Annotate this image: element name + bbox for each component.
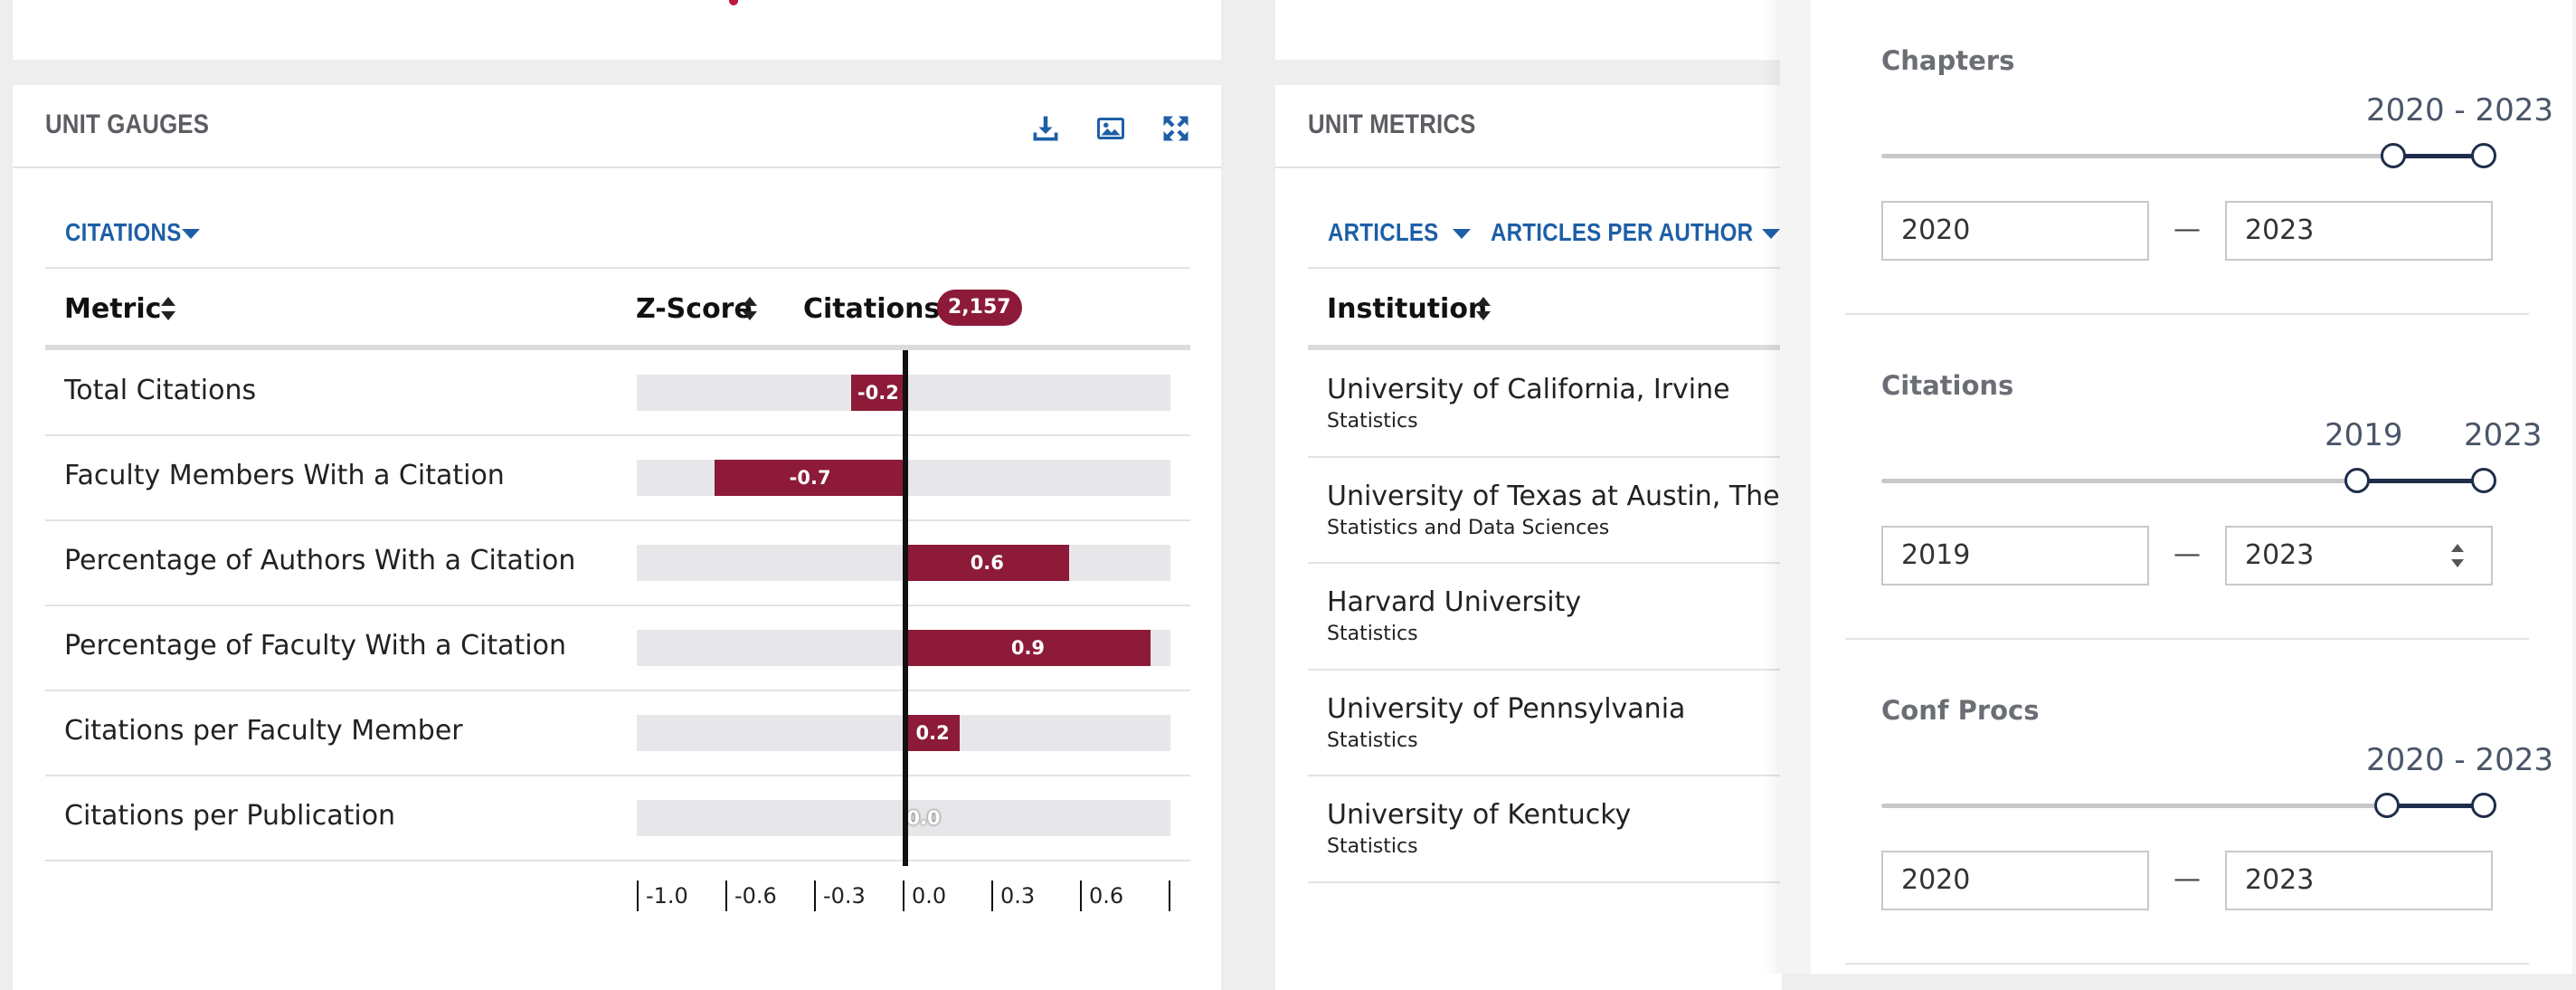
slider-handle-from[interactable] (2381, 143, 2407, 168)
institution-department: Statistics (1327, 728, 1418, 752)
slider-fill (2393, 154, 2484, 158)
gauge-value-label: 0.0 (906, 807, 941, 829)
row-divider (45, 690, 1190, 691)
filter-title: Chapters (1881, 45, 2015, 76)
gauge-value-label: 0.2 (915, 722, 950, 744)
download-icon[interactable] (1029, 112, 1062, 145)
institution-department: Statistics (1327, 623, 1418, 645)
row-divider (45, 519, 1190, 521)
axis-tick-label: -0.6 (734, 883, 777, 909)
filter-section-divider (1845, 313, 2529, 315)
filter-from-input[interactable]: 2019 (1881, 526, 2149, 585)
header-divider (45, 345, 1190, 350)
axis-tick-label: -0.3 (823, 883, 866, 909)
gauge-metric-name: Faculty Members With a Citation (64, 460, 505, 491)
sort-icon[interactable] (161, 297, 175, 320)
articles-per-author-dropdown[interactable]: ARTICLES PER AUTHOR (1491, 217, 1796, 247)
filter-range-text: 2020 - 2023 (2366, 742, 2553, 778)
institution-department: Statistics (1327, 410, 1418, 433)
axis-tick (991, 881, 993, 911)
gauge-value-label: 0.9 (1010, 637, 1046, 659)
gauge-value-label: -0.7 (789, 467, 831, 489)
institution-department: Statistics and Data Sciences (1327, 516, 1610, 539)
axis-tick (637, 881, 639, 911)
divider (1275, 167, 1782, 168)
slider-handle-to[interactable] (2471, 793, 2496, 818)
gauge-metric-name: Citations per Faculty Member (64, 715, 463, 747)
expand-icon[interactable] (1160, 112, 1192, 145)
axis-tick (814, 881, 816, 911)
gauge-metric-name: Percentage of Faculty With a Citation (64, 630, 566, 662)
previous-panel-bottom-2 (1275, 0, 1782, 60)
articles-dropdown-label: ARTICLES (1328, 218, 1439, 246)
caret-down-icon (1453, 228, 1472, 239)
filter-range-from-text: 2019 (2325, 417, 2403, 453)
citations-column-label: Citations: (803, 293, 952, 325)
gauge-metric-name: Percentage of Authors With a Citation (64, 545, 576, 576)
axis-tick-label: -1.0 (646, 883, 688, 909)
gauge-metric-name: Total Citations (64, 375, 257, 406)
spinner-icon[interactable] (2451, 542, 2464, 569)
filter-sidebar-content (1811, 0, 2572, 974)
institution-name[interactable]: University of California, Irvine (1327, 374, 1730, 405)
slider-handle-to[interactable] (2471, 468, 2496, 493)
unit-metrics-title: UNIT METRICS (1308, 109, 1476, 139)
citations-dropdown[interactable]: CITATIONS (65, 217, 201, 247)
row-divider (45, 604, 1190, 606)
range-dash-separator: — (2174, 863, 2201, 895)
filter-title: Citations (1881, 370, 2014, 401)
zscore-column-header[interactable]: Z-Score (636, 293, 753, 325)
image-icon[interactable] (1094, 112, 1127, 145)
filter-from-input[interactable]: 2020 (1881, 201, 2149, 261)
citations-dropdown-label: CITATIONS (65, 218, 182, 246)
filter-from-input[interactable]: 2020 (1881, 851, 2149, 910)
slider-handle-from[interactable] (2344, 468, 2371, 493)
row-divider (45, 860, 1190, 861)
institution-name[interactable]: University of Pennsylvania (1327, 693, 1685, 725)
axis-tick (725, 881, 727, 911)
zero-axis-line (903, 350, 908, 866)
slider-handle-to[interactable] (2471, 143, 2496, 168)
divider (45, 267, 1190, 269)
filter-range-text: 2020 - 2023 (2366, 92, 2553, 129)
row-divider (45, 775, 1190, 776)
range-dash-separator: — (2174, 214, 2201, 245)
axis-tick (1080, 881, 1082, 911)
filter-section-divider (1845, 963, 2529, 965)
row-divider (1308, 881, 1782, 883)
gauge-value-label: 0.6 (970, 552, 1004, 574)
filter-range-to-text: 2023 (2464, 417, 2543, 453)
axis-tick-label: 0.6 (1089, 883, 1124, 909)
sort-icon[interactable] (743, 297, 757, 320)
articles-dropdown[interactable]: ARTICLES (1328, 217, 1472, 247)
row-divider (45, 434, 1190, 436)
slider-fill (2387, 804, 2484, 808)
axis-tick (1169, 881, 1170, 911)
institution-department: Statistics (1327, 835, 1418, 858)
filter-title: Conf Procs (1881, 695, 2040, 726)
gauge-metric-name: Citations per Publication (64, 800, 396, 832)
metric-column-header[interactable]: Metric (64, 293, 161, 325)
institution-name[interactable]: Harvard University (1327, 586, 1581, 618)
caret-down-icon (182, 228, 201, 239)
gauge-value-label: -0.2 (857, 382, 899, 404)
unit-gauges-title: UNIT GAUGES (45, 109, 210, 139)
axis-tick-label: 0.3 (1000, 883, 1036, 909)
sort-icon[interactable] (1476, 297, 1491, 320)
filter-to-input[interactable]: 2023 (2225, 201, 2493, 261)
institution-name[interactable]: University of Kentucky (1327, 799, 1631, 831)
divider (1308, 267, 1782, 269)
axis-tick-label: 0.0 (912, 883, 947, 909)
institution-column-header[interactable]: Institution (1327, 293, 1487, 325)
range-dash-separator: — (2174, 538, 2201, 570)
previous-panel-bottom (13, 0, 1221, 60)
articles-per-author-dropdown-label: ARTICLES PER AUTHOR (1491, 218, 1754, 246)
institution-name[interactable]: University of Texas at Austin, The (1327, 481, 1780, 512)
citations-count-badge: 2,157 (937, 290, 1022, 326)
divider (13, 167, 1221, 168)
slider-fill (2357, 479, 2484, 483)
filter-section-divider (1845, 638, 2529, 640)
axis-tick (903, 881, 904, 911)
filter-to-input[interactable]: 2023 (2225, 851, 2493, 910)
